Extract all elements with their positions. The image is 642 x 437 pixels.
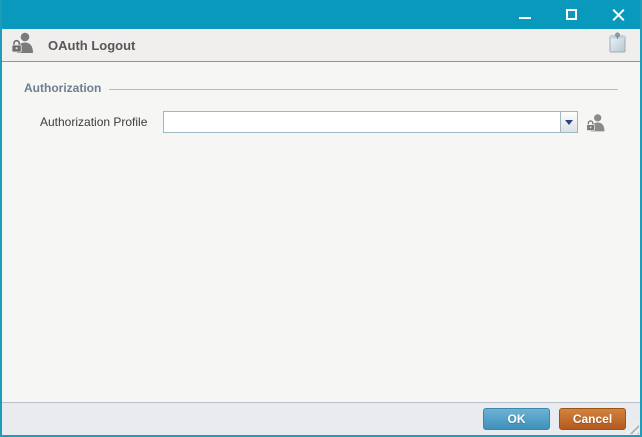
close-button[interactable] [595,0,640,29]
dialog-body: Authorization Authorization Profile [2,62,640,133]
maximize-icon [566,9,577,20]
minimize-icon [518,16,531,19]
section-divider [109,88,618,90]
minimize-button[interactable] [501,0,548,29]
ok-button[interactable]: OK [483,408,550,430]
resize-grip[interactable] [626,421,639,434]
note-pin-icon[interactable] [607,31,628,59]
maximize-button[interactable] [548,0,595,29]
authorization-section: Authorization [24,81,618,95]
authorization-profile-combobox[interactable] [163,111,578,133]
dialog-title: OAuth Logout [48,37,136,53]
user-lock-icon [10,32,36,58]
oauth-logout-dialog: OAuth Logout Authorization Authorization… [0,0,642,437]
dialog-footer: OK Cancel [2,402,640,435]
authorization-profile-input[interactable] [164,112,560,132]
authorization-profile-label: Authorization Profile [40,115,148,129]
dialog-header: OAuth Logout [2,29,640,62]
authorization-profile-row: Authorization Profile [2,111,640,133]
dropdown-button[interactable] [560,112,577,132]
select-profile-button[interactable] [585,113,607,132]
section-label: Authorization [24,81,102,95]
user-lock-icon [586,113,605,131]
cancel-button[interactable]: Cancel [559,408,626,430]
close-icon [612,8,625,21]
title-bar[interactable] [2,0,640,29]
chevron-down-icon [565,119,573,125]
